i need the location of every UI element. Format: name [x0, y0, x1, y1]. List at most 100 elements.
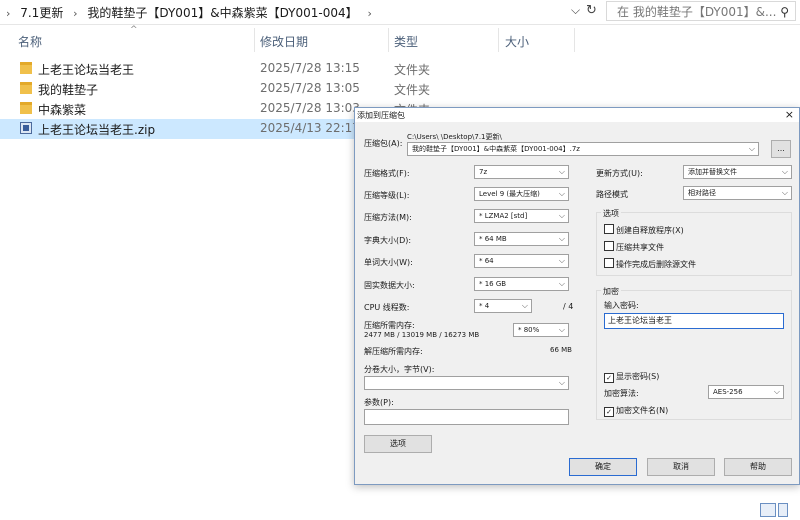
shared-files-checkbox[interactable]: 压缩共享文件 — [604, 241, 664, 253]
decompress-memory-label: 解压缩所需内存: — [364, 347, 423, 356]
browse-button[interactable]: ... — [771, 140, 791, 158]
file-name: 中森紫菜 — [38, 103, 87, 117]
cpu-threads-select[interactable]: * 4 ⌵ — [474, 299, 532, 313]
archive-name-value: 我的鞋垫子【DY001】&中森紫菜【DY001-004】.7z — [412, 145, 580, 153]
chevron-down-icon[interactable]: ⌵ — [559, 188, 565, 200]
encrypt-names-checkbox[interactable]: ✓ 加密文件名(N) — [604, 405, 668, 417]
options-button[interactable]: 选项 — [364, 435, 432, 453]
archive-path: C:\Users\ \Desktop\7.1更新\ — [407, 133, 502, 141]
breadcrumb-item-update[interactable]: 7.1更新 — [20, 6, 63, 20]
dictionary-select[interactable]: * 64 MB ⌵ — [474, 232, 569, 246]
chevron-down-icon[interactable]: ⌵ — [559, 210, 565, 222]
dictionary-value: * 64 MB — [479, 235, 507, 243]
breadcrumb[interactable]: › 7.1更新 › 我的鞋垫子【DY001】&中森紫菜【DY001-004】 › — [6, 4, 378, 21]
chevron-down-icon[interactable]: ⌵ — [782, 166, 788, 178]
breadcrumb-separator: › — [6, 7, 11, 20]
cancel-button[interactable]: 取消 — [647, 458, 715, 476]
column-divider[interactable] — [574, 28, 575, 52]
chevron-down-icon[interactable]: ⌵ — [559, 255, 565, 267]
format-value: 7z — [479, 168, 488, 176]
details-view-icon[interactable] — [760, 503, 776, 517]
column-headers: ^ 名称 修改日期 类型 大小 — [0, 25, 800, 54]
solid-size-label: 固实数据大小: — [364, 281, 415, 290]
word-size-label: 单词大小(W): — [364, 258, 413, 267]
update-mode-select[interactable]: 添加并替换文件 ⌵ — [683, 165, 792, 179]
chevron-down-icon[interactable]: ⌵ — [559, 377, 565, 389]
parameters-input[interactable] — [364, 409, 569, 425]
archive-name-combo[interactable]: 我的鞋垫子【DY001】&中森紫菜【DY001-004】.7z ⌵ — [407, 142, 759, 156]
sfx-checkbox[interactable]: 创建自释放程序(X) — [604, 224, 684, 236]
path-mode-select[interactable]: 相对路径 ⌵ — [683, 186, 792, 200]
word-size-value: * 64 — [479, 257, 494, 265]
delete-after-label: 操作完成后删除源文件 — [616, 260, 696, 269]
password-label: 输入密码: — [604, 301, 639, 310]
file-type: 文件夹 — [394, 63, 431, 77]
chevron-down-icon[interactable]: ⌵ — [782, 187, 788, 199]
file-name: 我的鞋垫子 — [38, 83, 99, 97]
format-select[interactable]: 7z ⌵ — [474, 165, 569, 179]
file-date: 2025/7/28 13:15 — [260, 61, 360, 75]
column-divider[interactable] — [254, 28, 255, 52]
encryption-method-label: 加密算法: — [604, 389, 639, 398]
column-header-name[interactable]: 名称 — [18, 33, 42, 50]
zip-icon — [20, 122, 32, 134]
archive-label: 压缩包(A): — [364, 139, 403, 148]
method-value: * LZMA2 [std] — [479, 212, 528, 220]
dialog-title: 添加到压缩包 — [357, 111, 405, 120]
encryption-method-value: AES-256 — [713, 388, 743, 396]
method-label: 压缩方法(M): — [364, 213, 412, 222]
checkbox-box[interactable] — [604, 241, 614, 251]
folder-icon — [20, 82, 32, 94]
word-size-select[interactable]: * 64 ⌵ — [474, 254, 569, 268]
file-date: 2025/7/28 13:03 — [260, 101, 360, 115]
encryption-method-select[interactable]: AES-256 ⌵ — [708, 385, 784, 399]
compress-memory-label: 压缩所需内存: — [364, 321, 415, 330]
column-header-type[interactable]: 类型 — [394, 33, 418, 50]
chevron-down-icon[interactable]: ⌵ — [559, 166, 565, 178]
file-row[interactable]: 我的鞋垫子 2025/7/28 13:05 文件夹 — [0, 79, 800, 99]
chevron-down-icon[interactable]: ⌵ — [559, 278, 565, 290]
password-input[interactable]: 上老王论坛当老王 — [604, 313, 784, 329]
chevron-down-icon[interactable]: ⌵ — [749, 143, 755, 155]
breadcrumb-item-current[interactable]: 我的鞋垫子【DY001】&中森紫菜【DY001-004】 — [87, 6, 357, 20]
tiles-view-icon[interactable] — [778, 503, 788, 517]
checkbox-box[interactable]: ✓ — [604, 373, 614, 383]
solid-size-select[interactable]: * 16 GB ⌵ — [474, 277, 569, 291]
sfx-label: 创建自释放程序(X) — [616, 226, 684, 235]
update-mode-value: 添加并替换文件 — [688, 168, 737, 176]
split-size-combo[interactable]: ⌵ — [364, 376, 569, 390]
chevron-down-icon[interactable]: ⌵ — [774, 386, 780, 398]
address-bar[interactable]: › 7.1更新 › 我的鞋垫子【DY001】&中森紫菜【DY001-004】 ›… — [0, 0, 800, 25]
add-to-archive-dialog: 添加到压缩包 × 压缩包(A): C:\Users\ \Desktop\7.1更… — [354, 107, 800, 485]
column-divider[interactable] — [498, 28, 499, 52]
memory-percent-select[interactable]: * 80% ⌵ — [513, 323, 569, 337]
chevron-down-icon[interactable]: ⌵ — [571, 3, 580, 18]
folder-icon — [20, 102, 32, 114]
method-select[interactable]: * LZMA2 [std] ⌵ — [474, 209, 569, 223]
help-button[interactable]: 帮助 — [724, 458, 792, 476]
refresh-icon[interactable]: ↻ — [586, 3, 597, 18]
breadcrumb-separator: › — [73, 7, 78, 20]
chevron-down-icon[interactable]: ⌵ — [522, 300, 528, 312]
column-divider[interactable] — [388, 28, 389, 52]
view-toggle[interactable] — [760, 503, 790, 520]
chevron-down-icon[interactable]: ⌵ — [559, 324, 565, 336]
level-select[interactable]: Level 9 (最大压缩) ⌵ — [474, 187, 569, 201]
delete-after-checkbox[interactable]: 操作完成后删除源文件 — [604, 258, 696, 270]
checkbox-box[interactable] — [604, 224, 614, 234]
checkbox-box[interactable] — [604, 258, 614, 268]
cpu-threads-value: * 4 — [479, 302, 490, 310]
column-header-size[interactable]: 大小 — [505, 33, 529, 50]
show-password-checkbox[interactable]: ✓ 显示密码(S) — [604, 371, 659, 383]
ok-button[interactable]: 确定 — [569, 458, 637, 476]
path-mode-value: 相对路径 — [688, 189, 716, 197]
checkbox-box[interactable]: ✓ — [604, 407, 614, 417]
file-row[interactable]: 上老王论坛当老王 2025/7/28 13:15 文件夹 — [0, 59, 800, 79]
column-header-date[interactable]: 修改日期 — [260, 33, 308, 50]
dialog-titlebar[interactable]: 添加到压缩包 × — [355, 108, 799, 122]
breadcrumb-separator: › — [367, 7, 372, 20]
chevron-down-icon[interactable]: ⌵ — [559, 233, 565, 245]
search-input[interactable]: 在 我的鞋垫子【DY001】&... ⚲ — [606, 1, 796, 21]
search-icon[interactable]: ⚲ — [780, 2, 789, 20]
close-icon[interactable]: × — [785, 108, 794, 121]
